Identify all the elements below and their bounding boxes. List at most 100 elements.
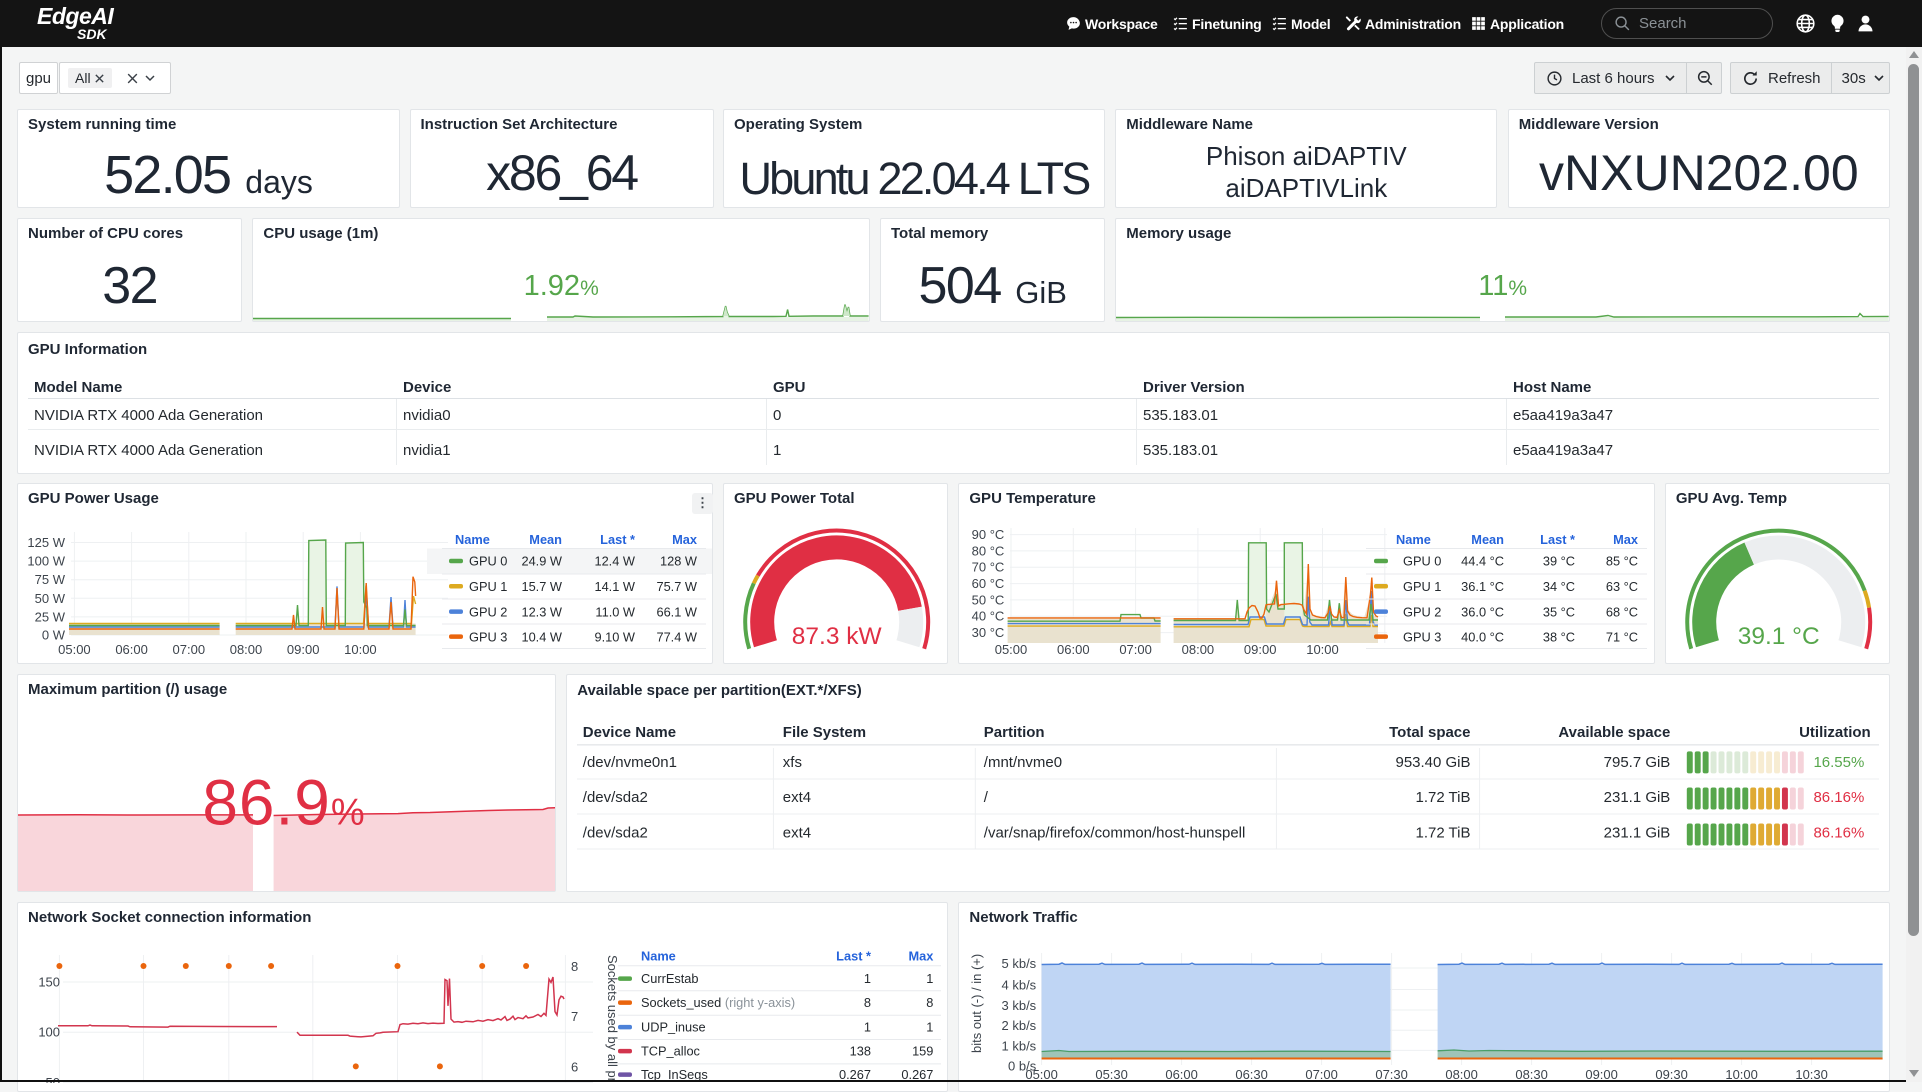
- svg-text:39.1 °C: 39.1 °C: [1738, 623, 1820, 650]
- svg-text:08:00: 08:00: [1182, 642, 1215, 657]
- svg-text:Max: Max: [1613, 532, 1639, 547]
- svg-text:535.183.01: 535.183.01: [1143, 442, 1218, 459]
- svg-text:1.72 TiB: 1.72 TiB: [1416, 824, 1471, 841]
- svg-text:nvidia0: nvidia0: [403, 407, 451, 424]
- svg-text:80 °C: 80 °C: [972, 543, 1005, 558]
- svg-text:Sockets_used (right y-axis): Sockets_used (right y-axis): [641, 995, 795, 1010]
- svg-text:150: 150: [38, 974, 60, 989]
- svg-text:10:00: 10:00: [344, 642, 377, 657]
- svg-text:85 °C: 85 °C: [1606, 554, 1638, 569]
- svg-text:75 W: 75 W: [35, 572, 66, 587]
- svg-text:16.55%: 16.55%: [1814, 754, 1865, 771]
- svg-text:Max: Max: [672, 532, 698, 547]
- svg-text:GPU 1: GPU 1: [469, 579, 507, 594]
- svg-text:05:00: 05:00: [58, 642, 91, 657]
- svg-text:Driver Version: Driver Version: [1143, 379, 1245, 396]
- svg-text:GPU: GPU: [773, 379, 806, 396]
- svg-text:1: 1: [773, 442, 781, 459]
- svg-text:GPU 0: GPU 0: [1403, 554, 1441, 569]
- svg-text:36.0 °C: 36.0 °C: [1462, 604, 1505, 619]
- svg-text:09:00: 09:00: [1244, 642, 1277, 657]
- svg-text:1: 1: [864, 1019, 871, 1034]
- svg-text:3 kb/s: 3 kb/s: [1002, 997, 1037, 1012]
- svg-text:40.0 °C: 40.0 °C: [1462, 629, 1505, 644]
- svg-text:Max: Max: [909, 948, 935, 963]
- svg-text:10.4 W: 10.4 W: [521, 629, 562, 644]
- svg-text:8: 8: [926, 995, 933, 1010]
- svg-text:25 W: 25 W: [35, 609, 66, 624]
- svg-text:0 W: 0 W: [42, 628, 66, 643]
- svg-text:125 W: 125 W: [27, 535, 65, 550]
- svg-text:159: 159: [912, 1043, 933, 1058]
- svg-text:39 °C: 39 °C: [1543, 554, 1575, 569]
- svg-text:Name: Name: [1396, 532, 1431, 547]
- svg-text:Mean: Mean: [529, 532, 562, 547]
- svg-text:ext4: ext4: [783, 824, 811, 841]
- svg-text:NVIDIA RTX 4000 Ada Generation: NVIDIA RTX 4000 Ada Generation: [34, 407, 263, 424]
- svg-text:10:00: 10:00: [1307, 642, 1340, 657]
- svg-text:nvidia1: nvidia1: [403, 442, 451, 459]
- svg-text:4 kb/s: 4 kb/s: [1002, 977, 1037, 992]
- svg-text:/: /: [984, 788, 989, 805]
- svg-text:63 °C: 63 °C: [1606, 579, 1638, 594]
- svg-text:40 °C: 40 °C: [972, 609, 1005, 624]
- svg-text:08:00: 08:00: [230, 642, 263, 657]
- svg-text:bits out (-) / in (+): bits out (-) / in (+): [969, 953, 984, 1052]
- svg-text:11.0 W: 11.0 W: [595, 604, 636, 619]
- svg-text:Partition: Partition: [984, 724, 1045, 741]
- svg-text:90 °C: 90 °C: [972, 527, 1005, 542]
- svg-text:Name: Name: [641, 948, 676, 963]
- svg-text:128 W: 128 W: [660, 554, 698, 569]
- svg-text:GPU 3: GPU 3: [469, 629, 507, 644]
- svg-text:Total space: Total space: [1389, 724, 1470, 741]
- svg-text:8: 8: [864, 995, 871, 1010]
- svg-text:TCP_alloc: TCP_alloc: [641, 1043, 701, 1058]
- svg-text:/var/snap/firefox/common/host-: /var/snap/firefox/common/host-hunspell: [984, 824, 1246, 841]
- svg-text:2 kb/s: 2 kb/s: [1002, 1018, 1037, 1033]
- svg-text:795.7 GiB: 795.7 GiB: [1604, 754, 1671, 771]
- svg-text:CurrEstab: CurrEstab: [641, 971, 699, 986]
- svg-text:535.183.01: 535.183.01: [1143, 407, 1218, 424]
- svg-text:Last *: Last *: [836, 948, 871, 963]
- svg-text:GPU 1: GPU 1: [1403, 579, 1441, 594]
- svg-text:68 °C: 68 °C: [1606, 604, 1638, 619]
- svg-text:Name: Name: [455, 532, 490, 547]
- svg-text:75.7 W: 75.7 W: [656, 579, 697, 594]
- svg-text:9.10 W: 9.10 W: [594, 629, 635, 644]
- svg-text:/dev/sda2: /dev/sda2: [583, 824, 648, 841]
- svg-text:86.16%: 86.16%: [1814, 788, 1865, 805]
- svg-text:Device Name: Device Name: [583, 724, 676, 741]
- svg-text:/dev/nvme0n1: /dev/nvme0n1: [583, 754, 677, 771]
- svg-text:Last *: Last *: [1541, 532, 1576, 547]
- svg-text:1: 1: [864, 971, 871, 986]
- svg-text:14.1 W: 14.1 W: [594, 579, 635, 594]
- svg-text:GPU 0: GPU 0: [469, 554, 507, 569]
- svg-text:6: 6: [571, 1059, 578, 1074]
- svg-text:44.4 °C: 44.4 °C: [1462, 554, 1505, 569]
- svg-text:Sockets used by all pr: Sockets used by all pr: [605, 955, 620, 1083]
- svg-text:15.7 W: 15.7 W: [521, 579, 562, 594]
- svg-text:38 °C: 38 °C: [1543, 629, 1575, 644]
- svg-text:7: 7: [571, 1009, 578, 1024]
- svg-text:06:00: 06:00: [1057, 642, 1090, 657]
- svg-text:e5aa419a3a47: e5aa419a3a47: [1513, 407, 1613, 424]
- svg-text:71 °C: 71 °C: [1606, 629, 1638, 644]
- svg-text:File System: File System: [783, 724, 866, 741]
- svg-text:100: 100: [38, 1024, 60, 1039]
- svg-text:Utilization: Utilization: [1799, 724, 1871, 741]
- svg-text:09:00: 09:00: [287, 642, 320, 657]
- svg-text:87.3 kW: 87.3 kW: [792, 623, 883, 650]
- svg-text:Host Name: Host Name: [1513, 379, 1591, 396]
- svg-text:UDP_inuse: UDP_inuse: [641, 1019, 706, 1034]
- svg-text:ext4: ext4: [783, 788, 811, 805]
- svg-text:8: 8: [571, 959, 578, 974]
- svg-text:Available space: Available space: [1559, 724, 1671, 741]
- svg-text:/mnt/nvme0: /mnt/nvme0: [984, 754, 1062, 771]
- svg-text:5 kb/s: 5 kb/s: [1002, 956, 1037, 971]
- svg-text:60 °C: 60 °C: [972, 576, 1005, 591]
- svg-text:66.1 W: 66.1 W: [656, 604, 697, 619]
- svg-text:0: 0: [773, 407, 781, 424]
- svg-text:50 W: 50 W: [35, 591, 66, 606]
- svg-text:30 °C: 30 °C: [972, 625, 1005, 640]
- svg-text:231.1 GiB: 231.1 GiB: [1604, 824, 1671, 841]
